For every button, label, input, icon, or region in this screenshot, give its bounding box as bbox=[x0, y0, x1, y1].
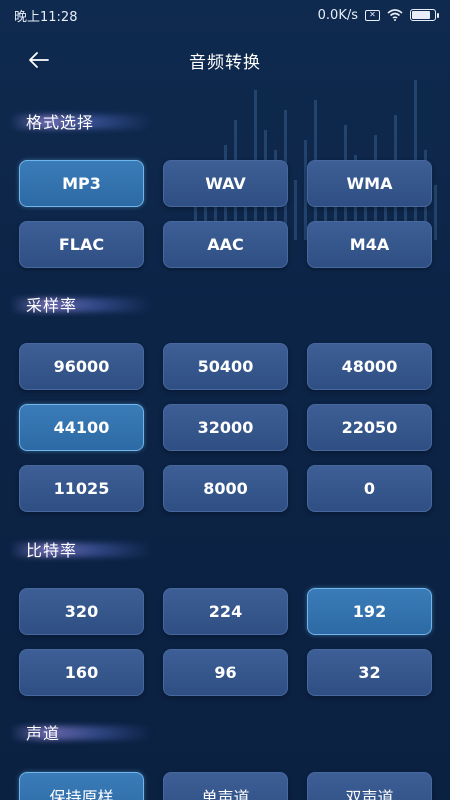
section-label: 声道 bbox=[26, 724, 61, 743]
status-right: 0.0K/s ✕ bbox=[317, 7, 439, 23]
format-option-wma[interactable]: WMA bbox=[307, 160, 432, 207]
section-title-bit-rate: 比特率 bbox=[12, 535, 152, 563]
bit-rate-options: 320 224 192 160 96 32 bbox=[19, 588, 432, 696]
sample-rate-option-96000[interactable]: 96000 bbox=[19, 343, 144, 390]
format-option-aac[interactable]: AAC bbox=[163, 221, 288, 268]
sample-rate-option-22050[interactable]: 22050 bbox=[307, 404, 432, 451]
status-time: 晚上11:28 bbox=[14, 9, 78, 25]
sample-rate-option-48000[interactable]: 48000 bbox=[307, 343, 432, 390]
section-label: 格式选择 bbox=[26, 113, 95, 132]
bit-rate-option-32[interactable]: 32 bbox=[307, 649, 432, 696]
format-option-m4a[interactable]: M4A bbox=[307, 221, 432, 268]
sample-rate-option-11025[interactable]: 11025 bbox=[19, 465, 144, 512]
arrow-left-icon bbox=[29, 52, 49, 68]
equalizer-bar bbox=[434, 185, 437, 240]
section-label: 采样率 bbox=[26, 296, 78, 315]
network-speed: 0.0K/s bbox=[317, 7, 358, 23]
section-title-sample-rate: 采样率 bbox=[12, 290, 152, 318]
channel-options: 保持原样 单声道 双声道 bbox=[19, 772, 432, 800]
channel-option-keep-original[interactable]: 保持原样 bbox=[19, 772, 144, 800]
format-options: MP3 WAV WMA FLAC AAC M4A bbox=[19, 160, 432, 268]
status-bar: 晚上11:28 0.0K/s ✕ bbox=[0, 0, 450, 30]
sim-off-icon: ✕ bbox=[365, 9, 380, 21]
bit-rate-option-160[interactable]: 160 bbox=[19, 649, 144, 696]
wifi-icon bbox=[387, 9, 403, 21]
section-title-channel: 声道 bbox=[12, 718, 152, 746]
battery-level bbox=[412, 11, 430, 19]
format-option-wav[interactable]: WAV bbox=[163, 160, 288, 207]
back-button[interactable] bbox=[22, 46, 56, 74]
section-label: 比特率 bbox=[26, 541, 78, 560]
section-title-format: 格式选择 bbox=[12, 107, 152, 135]
format-option-mp3[interactable]: MP3 bbox=[19, 160, 144, 207]
sample-rate-option-44100[interactable]: 44100 bbox=[19, 404, 144, 451]
page-title: 音频转换 bbox=[189, 52, 261, 73]
bit-rate-option-320[interactable]: 320 bbox=[19, 588, 144, 635]
channel-option-stereo[interactable]: 双声道 bbox=[307, 772, 432, 800]
sample-rate-options: 96000 50400 48000 44100 32000 22050 1102… bbox=[19, 343, 432, 512]
sample-rate-option-32000[interactable]: 32000 bbox=[163, 404, 288, 451]
sample-rate-option-50400[interactable]: 50400 bbox=[163, 343, 288, 390]
header: 音频转换 bbox=[0, 38, 450, 82]
format-option-flac[interactable]: FLAC bbox=[19, 221, 144, 268]
channel-option-mono[interactable]: 单声道 bbox=[163, 772, 288, 800]
bit-rate-option-192[interactable]: 192 bbox=[307, 588, 432, 635]
bit-rate-option-96[interactable]: 96 bbox=[163, 649, 288, 696]
sample-rate-option-8000[interactable]: 8000 bbox=[163, 465, 288, 512]
bit-rate-option-224[interactable]: 224 bbox=[163, 588, 288, 635]
sample-rate-option-0[interactable]: 0 bbox=[307, 465, 432, 512]
battery-icon bbox=[410, 9, 439, 21]
